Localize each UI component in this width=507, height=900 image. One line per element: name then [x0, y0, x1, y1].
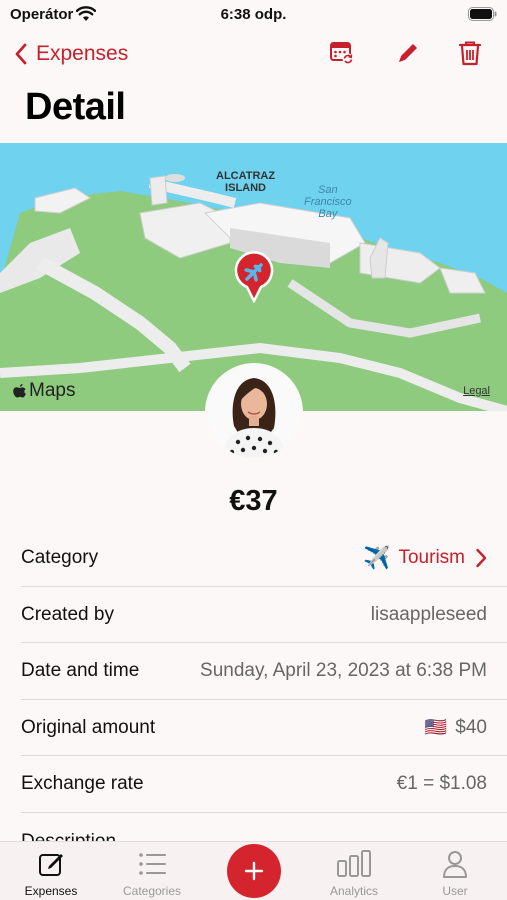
row-value: 🇺🇸 $40	[425, 717, 487, 739]
tab-analytics[interactable]: Analytics	[304, 842, 404, 900]
tab-label: Analytics	[329, 884, 379, 898]
battery-icon	[468, 7, 497, 21]
row-label: Created by	[21, 603, 114, 625]
page-title: Detail	[25, 86, 126, 128]
avatar	[205, 363, 303, 461]
map-water-label: San Francisco Bay	[304, 184, 352, 220]
expense-amount: €37	[229, 485, 278, 517]
map-pin[interactable]	[232, 251, 276, 303]
tab-label: Expenses	[24, 884, 78, 898]
list-icon	[139, 853, 166, 875]
row-value: ✈️ Tourism	[363, 545, 487, 571]
tab-expenses[interactable]: Expenses	[1, 842, 101, 900]
detail-list: Category ✈️ Tourism Created by lisaapple…	[0, 530, 507, 813]
category-value: Tourism	[398, 547, 465, 569]
row-label: Category	[21, 547, 99, 569]
chevron-right-icon	[476, 549, 487, 568]
maps-attribution[interactable]: Maps	[12, 380, 75, 402]
row-label: Exchange rate	[21, 773, 144, 795]
navigation-bar: Expenses	[0, 36, 507, 72]
tab-user[interactable]: User	[405, 842, 505, 900]
calendar-sync-icon[interactable]	[327, 38, 357, 68]
tab-categories[interactable]: Categories	[102, 842, 202, 900]
exchange-rate-row: Exchange rate €1 = $1.08	[0, 756, 507, 813]
category-row[interactable]: Category ✈️ Tourism	[0, 530, 507, 587]
bar-chart-icon	[337, 850, 371, 877]
created-by-value: lisaappleseed	[370, 603, 487, 625]
back-button[interactable]: Expenses	[14, 38, 128, 70]
maps-legal-link[interactable]: Legal	[463, 385, 490, 397]
pencil-icon[interactable]	[393, 38, 423, 68]
created-by-row: Created by lisaappleseed	[0, 587, 507, 644]
status-bar: Operátor 6:38 odp.	[0, 0, 507, 30]
original-amount-row: Original amount 🇺🇸 $40	[0, 700, 507, 757]
exchange-rate-value: €1 = $1.08	[396, 773, 487, 795]
map-place-label: ALCATRAZ ISLAND	[216, 170, 276, 194]
tab-label: User	[442, 884, 468, 898]
compose-icon	[39, 854, 63, 876]
row-label: Date and time	[21, 660, 140, 682]
maps-brand-label: Maps	[29, 380, 76, 401]
back-button-label: Expenses	[36, 42, 129, 65]
chevron-left-icon	[15, 43, 27, 65]
original-amount-value: $40	[455, 716, 487, 738]
apple-logo-icon	[13, 383, 26, 397]
person-icon	[443, 851, 467, 878]
trash-icon[interactable]	[455, 38, 485, 68]
us-flag-icon: 🇺🇸	[424, 717, 448, 738]
add-expense-button[interactable]	[227, 844, 281, 898]
tab-label: Categories	[122, 884, 182, 898]
date-time-row: Date and time Sunday, April 23, 2023 at …	[0, 643, 507, 700]
clock: 6:38 odp.	[220, 6, 287, 23]
row-label: Original amount	[21, 716, 156, 738]
airplane-emoji-icon: ✈️	[363, 545, 391, 571]
date-time-value: Sunday, April 23, 2023 at 6:38 PM	[200, 660, 487, 682]
plus-icon	[244, 861, 264, 881]
